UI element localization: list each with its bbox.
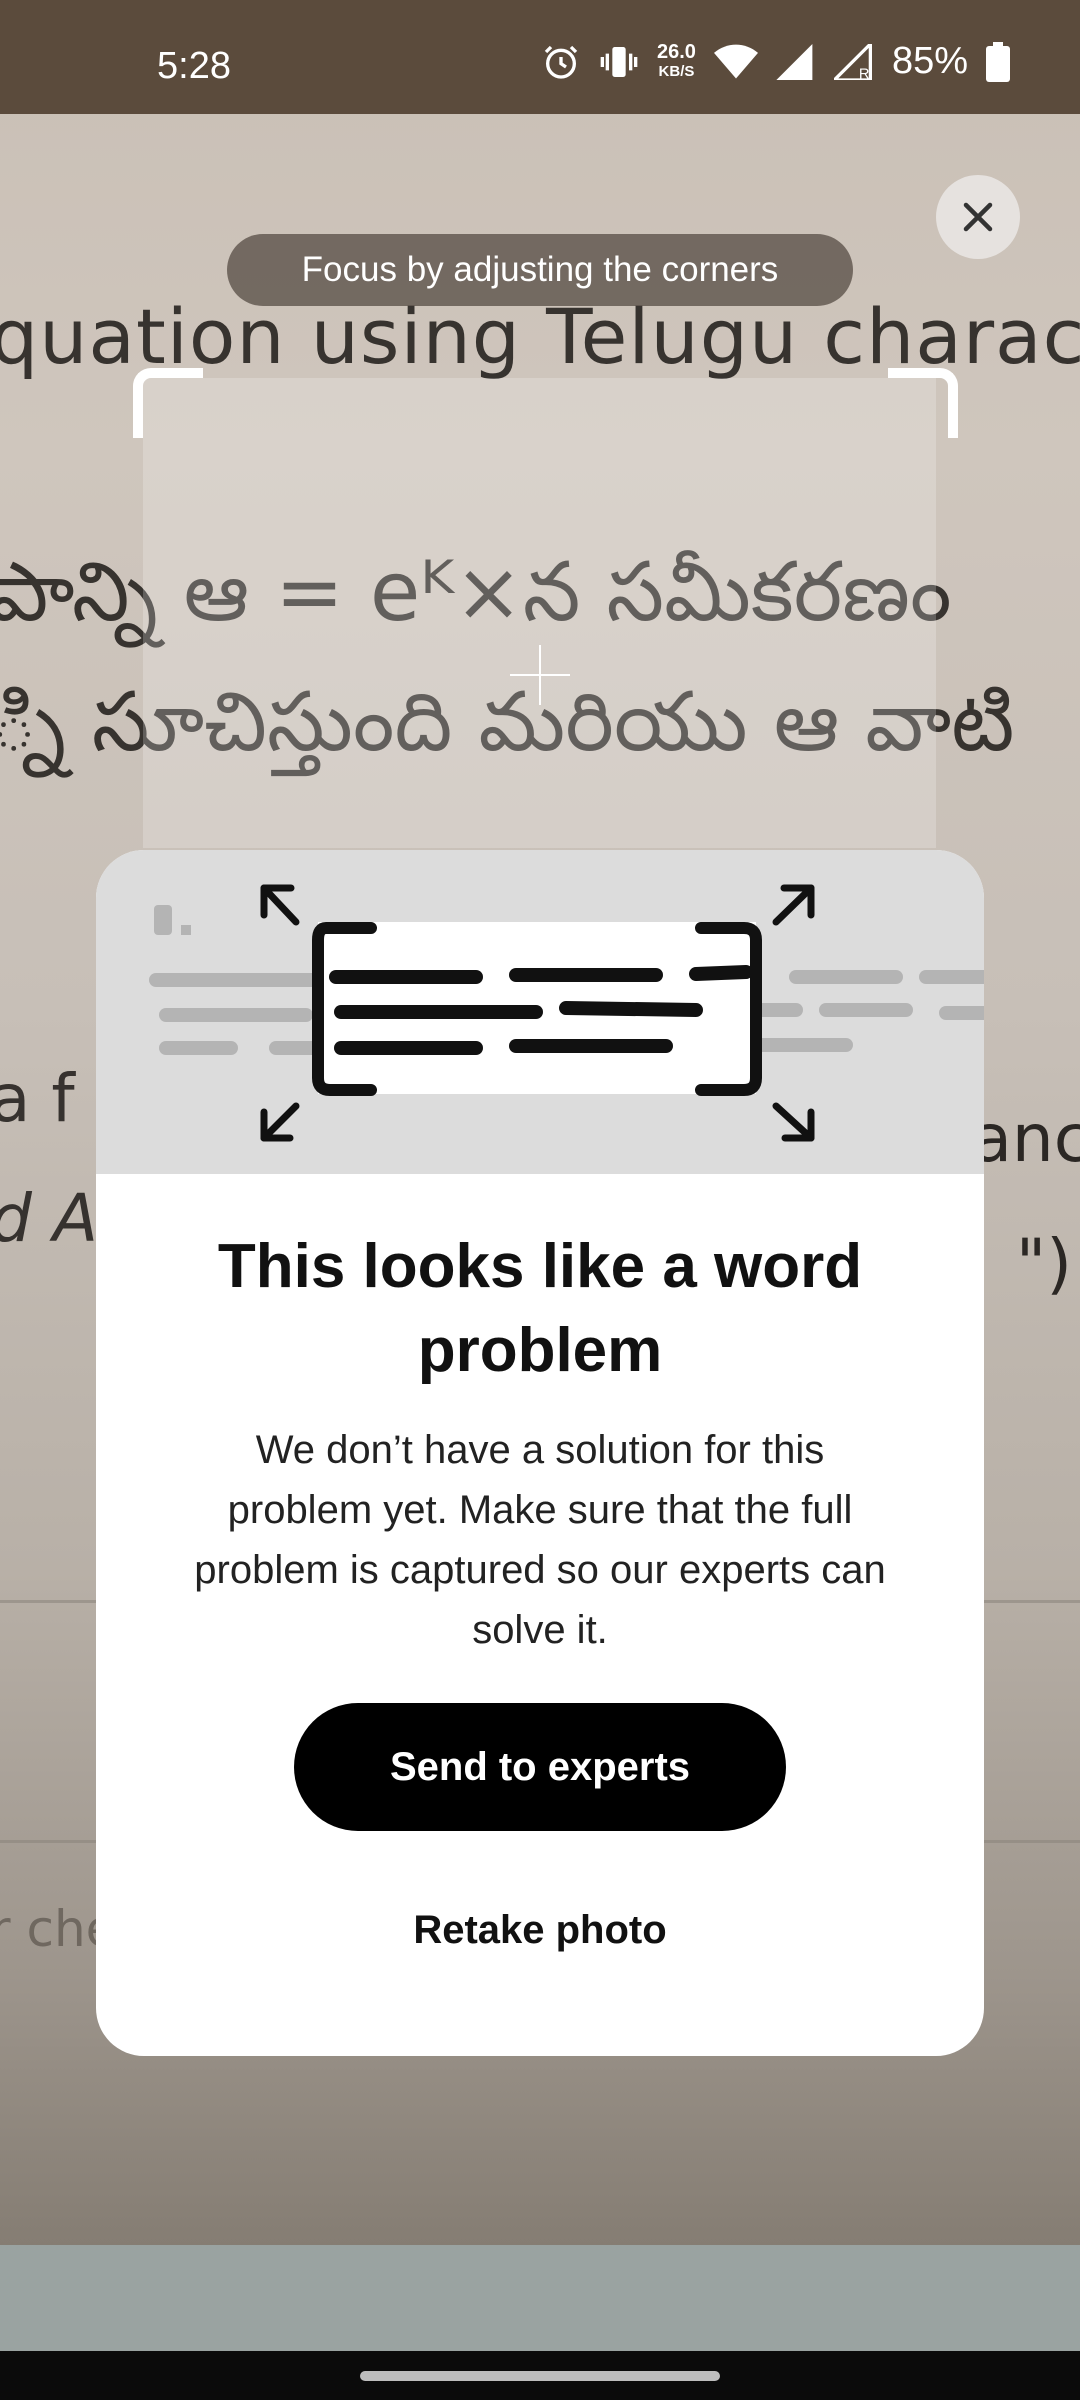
- home-gesture-handle[interactable]: [360, 2371, 720, 2381]
- network-speed: 26.0 KB/S: [657, 42, 696, 82]
- battery-icon: [986, 41, 1010, 82]
- svg-text:R: R: [859, 66, 870, 80]
- battery-percent: 85%: [891, 40, 968, 82]
- crop-corner-top-left-handle[interactable]: [133, 368, 203, 438]
- crop-illustration-graphic: [149, 884, 984, 1142]
- camera-text-fragment: "): [1015, 1225, 1072, 1302]
- network-speed-unit: KB/S: [658, 62, 695, 80]
- navigation-bar: [0, 2351, 1080, 2400]
- word-problem-dialog: This looks like a word problem We don’t …: [96, 850, 984, 2056]
- focus-hint: Focus by adjusting the corners: [227, 234, 853, 306]
- dialog-message: We don’t have a solution for this proble…: [194, 1428, 886, 1652]
- camera-text-fragment: anc: [971, 1100, 1080, 1177]
- crosshair-icon: [510, 645, 570, 705]
- retake-photo-button[interactable]: Retake photo: [294, 1890, 786, 1970]
- signal-icon: [776, 43, 813, 80]
- vibrate-icon: [600, 46, 638, 77]
- send-to-experts-button[interactable]: Send to experts: [294, 1703, 786, 1831]
- wifi-icon: [713, 44, 758, 78]
- crop-corner-top-right-handle[interactable]: [888, 368, 958, 438]
- camera-text-fragment: d A: [0, 1180, 99, 1257]
- crop-area[interactable]: [143, 378, 936, 848]
- dialog-title: This looks like a word problem: [217, 1232, 863, 1385]
- signal-roaming-icon: R: [833, 43, 872, 80]
- status-bar: 5:28 26.0 KB/S R 85%: [0, 0, 1080, 114]
- status-icons: 26.0 KB/S R 85%: [541, 40, 1010, 83]
- close-button[interactable]: [936, 175, 1020, 259]
- status-time: 5:28: [157, 45, 231, 87]
- bottom-panel: [0, 2245, 1080, 2351]
- crop-illustration: [96, 850, 984, 1174]
- camera-text-fragment: a f: [0, 1060, 75, 1137]
- close-icon: [963, 202, 993, 232]
- network-speed-value: 26.0: [657, 40, 696, 63]
- alarm-icon: [544, 45, 578, 79]
